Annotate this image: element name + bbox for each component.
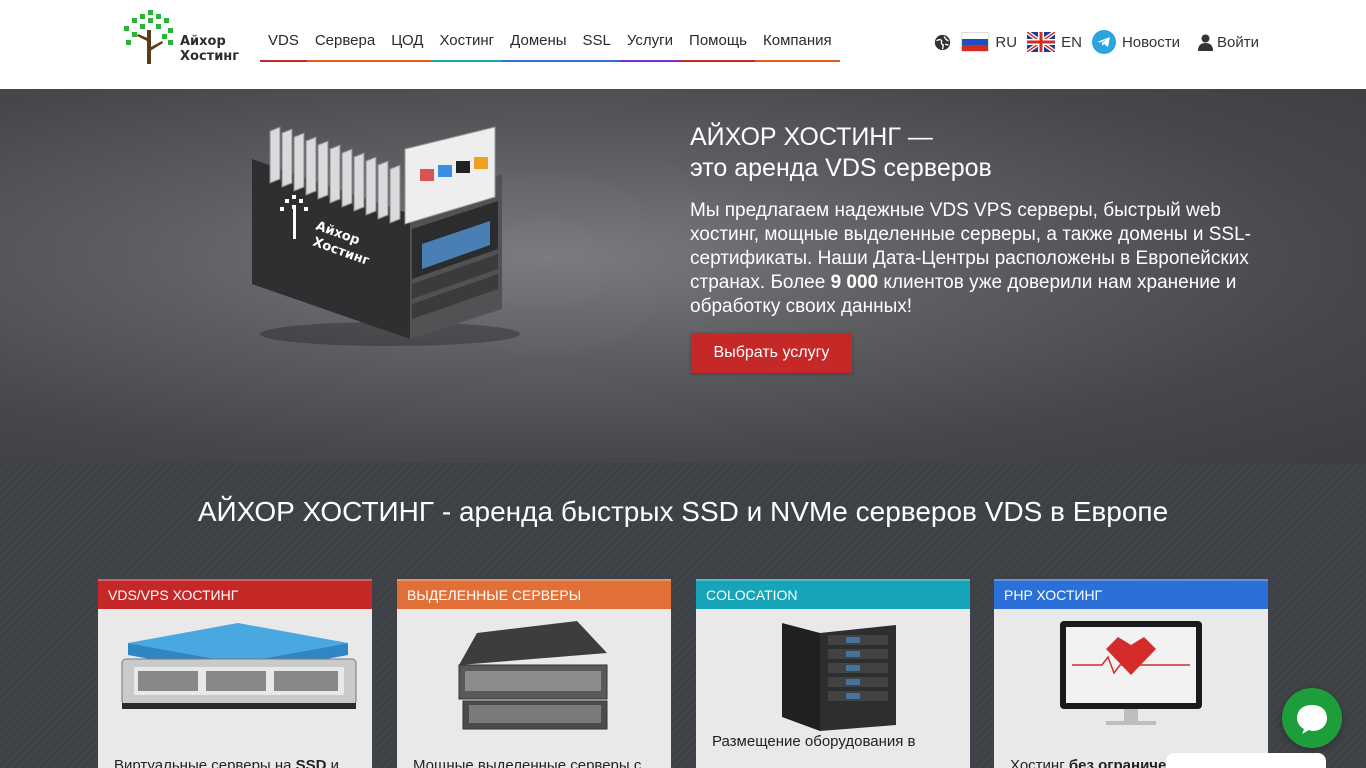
vds-server-image [121,623,357,709]
nav-item-services[interactable]: Услуги [618,22,682,62]
nav-item-dc[interactable]: ЦОД [383,22,432,62]
main-nav: VDS Сервера ЦОД Хостинг Домены SSL Услуг… [260,22,840,62]
nav-item-help[interactable]: Помощь [681,22,755,62]
section-title: АЙХОР ХОСТИНГ - аренда быстрых SSD и NVM… [197,496,1169,527]
hero-title-line2: это аренда VDS серверов [690,154,992,182]
language-globe-button[interactable] [934,34,951,51]
card-title: COLOCATION [696,579,970,609]
card-title: ВЫДЕЛЕННЫЕ СЕРВЕРЫ [397,579,671,609]
chat-panel-tab[interactable] [1166,753,1326,768]
flag-uk-icon [1027,32,1056,52]
nav-item-servers[interactable]: Сервера [306,22,384,62]
user-icon [1198,34,1214,51]
logo-text: Айхор Хостинг [180,34,239,64]
login-link[interactable]: Войти [1198,34,1259,51]
card-title: PHP ХОСТИНГ [994,579,1268,609]
card-text-part1: Размещение оборудования в [712,733,916,750]
hero-banner: Айхор Хостинг АЙХОР ХОСТИНГ — это аренда… [0,89,1366,463]
logo-line2: Хостинг [180,49,240,64]
news-label: Новости [1121,33,1181,51]
nav-item-ssl[interactable]: SSL [574,22,619,62]
service-card-php-hosting[interactable]: PHP ХОСТИНГ Хостинг без ограничений [994,579,1268,768]
login-label: Войти [1217,33,1259,51]
logo-line1: Айхор [180,34,226,49]
chat-button[interactable] [1282,688,1342,748]
card-description: Виртуальные серверы на SSD и [114,757,364,768]
globe-icon [935,34,951,50]
nav-item-hosting[interactable]: Хостинг [431,22,503,62]
nav-item-vds[interactable]: VDS [260,22,307,62]
logo[interactable]: Айхор Хостинг [122,8,242,68]
lang-ru-link[interactable]: RU [961,32,1017,52]
card-text-part1: Виртуальные серверы на [114,757,296,768]
card-text-part2: и [326,757,340,768]
service-card-colocation[interactable]: COLOCATION Размещение оборудования в [696,579,970,768]
card-description: Размещение оборудования в [712,733,962,750]
chat-icon [1297,705,1327,734]
card-text-part1: Хостинг [1010,757,1069,768]
php-hosting-monitor-image [1060,621,1202,725]
news-link[interactable]: Новости [1091,30,1181,54]
choose-service-button[interactable]: Выбрать услугу [691,333,852,373]
hero-title-line1: АЙХОР ХОСТИНГ — [690,123,933,151]
card-text-bold: SSD [295,757,327,768]
colocation-rack-image [782,623,896,731]
site-header: Айхор Хостинг VDS Сервера ЦОД Хостинг До… [0,0,1366,89]
services-section: АЙХОР ХОСТИНГ - аренда быстрых SSD и NVM… [0,463,1366,768]
hero-description: Мы предлагаем надежные VDS VPS серверы, … [690,199,1270,319]
card-title: VDS/VPS ХОСТИНГ [98,579,372,609]
card-text-part1: Мощные выделенные серверы с [413,757,642,768]
hero-text-clients-count: 9 000 [830,272,879,293]
lang-en-link[interactable]: EN [1027,32,1082,52]
dedicated-server-image [458,621,608,730]
card-description: Мощные выделенные серверы с [413,757,663,768]
service-card-dedicated[interactable]: ВЫДЕЛЕННЫЕ СЕРВЕРЫ Мощные выделенные сер… [397,579,671,768]
lang-en-label: EN [1061,33,1082,51]
flag-ru-icon [961,32,990,52]
lang-ru-label: RU [995,33,1018,51]
nav-item-domains[interactable]: Домены [502,22,575,62]
logo-tree-icon [124,10,173,64]
server-box-illustration: Айхор Хостинг [252,126,520,346]
telegram-icon [1091,30,1116,54]
service-card-vds[interactable]: VDS/VPS ХОСТИНГ Виртуальные серверы на S… [98,579,372,768]
hero-title: АЙХОР ХОСТИНГ — это аренда VDS серверов [690,122,1290,184]
nav-item-company[interactable]: Компания [754,22,840,62]
header-right-nav: RU EN Новости Войти [934,30,1259,54]
